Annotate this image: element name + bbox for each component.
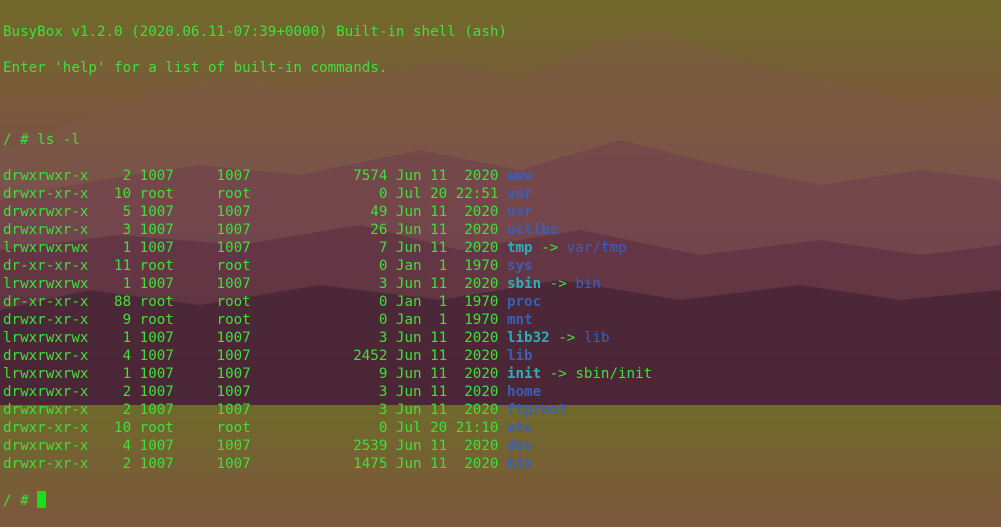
listing-row: drwxr-xr-x 9 root root 0 Jan 1 1970 mnt <box>3 311 652 329</box>
listing-row: drwxrwxr-x 2 1007 1007 3 Jun 11 2020 hom… <box>3 383 652 401</box>
banner-line: BusyBox v1.2.0 (2020.06.11-07:39+0000) B… <box>3 24 507 40</box>
listing-row: drwxrwxr-x 4 1007 1007 2452 Jun 11 2020 … <box>3 347 652 365</box>
listing-row: drwxrwxr-x 2 1007 1007 7574 Jun 11 2020 … <box>3 167 652 185</box>
listing-row-meta: drwxrwxr-x 3 1007 1007 26 Jun 11 2020 <box>3 222 507 238</box>
symlink-name: init <box>506 366 542 382</box>
cursor[interactable] <box>37 491 47 508</box>
symlink-target: lib <box>583 330 610 346</box>
listing-row-meta: drwxrwxr-x 4 1007 1007 2452 Jun 11 2020 <box>3 348 507 364</box>
listing-row: drwxr-xr-x 10 root root 0 Jul 20 21:10 e… <box>3 419 652 437</box>
directory-name: bin <box>506 456 533 472</box>
listing-row-meta: lrwxrwxrwx 1 1007 1007 9 Jun 11 2020 <box>3 366 507 382</box>
ls-listing: drwxrwxr-x 2 1007 1007 7574 Jun 11 2020 … <box>3 167 652 473</box>
terminal-output[interactable]: BusyBox v1.2.0 (2020.06.11-07:39+0000) B… <box>3 5 652 527</box>
symlink-arrow: -> <box>532 240 567 256</box>
listing-row: drwxrwxr-x 5 1007 1007 49 Jun 11 2020 us… <box>3 203 652 221</box>
symlink-target: bin <box>575 276 601 292</box>
directory-name: uclibc <box>506 222 559 238</box>
directory-name: mnt <box>506 312 533 328</box>
listing-row-meta: drwxr-xr-x 9 root root 0 Jan 1 1970 <box>3 312 507 328</box>
symlink-arrow: -> <box>549 330 584 346</box>
directory-name: etc <box>506 420 533 436</box>
listing-row: dr-xr-xr-x 88 root root 0 Jan 1 1970 pro… <box>3 293 652 311</box>
symlink-name: sbin <box>506 276 542 292</box>
listing-row: lrwxrwxrwx 1 1007 1007 9 Jun 11 2020 ini… <box>3 365 652 383</box>
listing-row: lrwxrwxrwx 1 1007 1007 3 Jun 11 2020 sbi… <box>3 275 652 293</box>
listing-row-meta: lrwxrwxrwx 1 1007 1007 3 Jun 11 2020 <box>3 276 507 292</box>
listing-row: drwxr-xr-x 2 1007 1007 1475 Jun 11 2020 … <box>3 455 652 473</box>
symlink-name: tmp <box>506 240 533 256</box>
listing-row-meta: dr-xr-xr-x 88 root root 0 Jan 1 1970 <box>3 294 507 310</box>
listing-row-meta: drwxrwxr-x 2 1007 1007 3 Jun 11 2020 <box>3 384 507 400</box>
listing-row-meta: dr-xr-xr-x 11 root root 0 Jan 1 1970 <box>3 258 507 274</box>
listing-row: drwxr-xr-x 10 root root 0 Jul 20 22:51 v… <box>3 185 652 203</box>
directory-name: lib <box>506 348 533 364</box>
symlink-name: lib32 <box>506 330 550 346</box>
listing-row: lrwxrwxrwx 1 1007 1007 7 Jun 11 2020 tmp… <box>3 239 652 257</box>
listing-row: drwxrwxr-x 2 1007 1007 3 Jun 11 2020 ftp… <box>3 401 652 419</box>
symlink-arrow: -> <box>541 366 576 382</box>
directory-name: usr <box>506 204 533 220</box>
listing-row: drwxrwxr-x 3 1007 1007 26 Jun 11 2020 uc… <box>3 221 652 239</box>
directory-name: ftproot <box>506 402 567 418</box>
directory-name: sys <box>506 258 533 274</box>
listing-row: drwxrwxr-x 4 1007 1007 2539 Jun 11 2020 … <box>3 437 652 455</box>
listing-row-meta: drwxr-xr-x 10 root root 0 Jul 20 21:10 <box>3 420 507 436</box>
listing-row-meta: drwxrwxr-x 2 1007 1007 3 Jun 11 2020 <box>3 402 507 418</box>
prompt: / # <box>3 493 29 509</box>
prompt-line[interactable]: / # <box>3 491 652 509</box>
command-line: / # ls -l <box>3 131 652 149</box>
listing-row-meta: lrwxrwxrwx 1 1007 1007 7 Jun 11 2020 <box>3 240 507 256</box>
command-text: ls -l <box>37 132 80 148</box>
listing-row-meta: drwxrwxr-x 4 1007 1007 2539 Jun 11 2020 <box>3 438 507 454</box>
directory-name: var <box>506 186 533 202</box>
listing-row-meta: lrwxrwxrwx 1 1007 1007 3 Jun 11 2020 <box>3 330 507 346</box>
listing-row-meta: drwxr-xr-x 2 1007 1007 1475 Jun 11 2020 <box>3 456 507 472</box>
listing-row-meta: drwxr-xr-x 10 root root 0 Jul 20 22:51 <box>3 186 507 202</box>
listing-row: dr-xr-xr-x 11 root root 0 Jan 1 1970 sys <box>3 257 652 275</box>
symlink-target: sbin/init <box>575 366 653 382</box>
symlink-arrow: -> <box>541 276 576 292</box>
listing-row: lrwxrwxrwx 1 1007 1007 3 Jun 11 2020 lib… <box>3 329 652 347</box>
banner-line: Enter 'help' for a list of built-in comm… <box>3 60 388 76</box>
directory-name: proc <box>506 294 542 310</box>
prompt: / # <box>3 132 29 148</box>
directory-name: www <box>506 168 533 184</box>
symlink-target: var/tmp <box>566 240 627 256</box>
directory-name: dev <box>506 438 533 454</box>
listing-row-meta: drwxrwxr-x 2 1007 1007 7574 Jun 11 2020 <box>3 168 507 184</box>
listing-row-meta: drwxrwxr-x 5 1007 1007 49 Jun 11 2020 <box>3 204 507 220</box>
directory-name: home <box>506 384 542 400</box>
